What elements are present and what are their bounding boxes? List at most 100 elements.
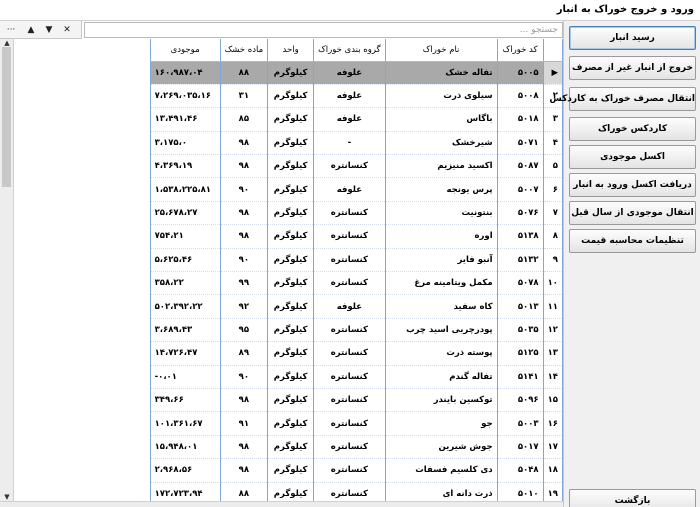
cell-name[interactable]: دی کلسیم فسفات [384,458,498,483]
column-header-stock[interactable]: موجودی [149,39,221,62]
table-row[interactable]: ۱۳ ۵۱۲۵ پوسته ذرت کنسانتره کیلوگرم ۸۹ ۱۴،۷۲۶،۴… [149,341,563,366]
column-header-unit[interactable]: واحد [267,39,315,62]
horizontal-scrollbar[interactable] [0,501,563,507]
cell-code[interactable]: ۵۰۱۰ [496,482,544,501]
cell-code[interactable]: ۵۰۰۷ [496,177,544,202]
table-row[interactable]: ۷ ۵۰۷۶ بنتونیت کنسانتره کیلوگرم ۹۸ ۲۵،۶۷۸،۲۷ [149,201,563,226]
cell-stock[interactable]: ۱۰۱،۳۶۱،۶۷ [149,411,221,436]
cell-unit[interactable]: کیلوگرم [267,411,315,436]
cell-dry-matter[interactable]: ۳۱ [219,84,269,109]
cell-name[interactable]: شیرخشک [384,131,498,156]
cell-stock[interactable]: ۵،۶۲۵،۴۶ [149,248,221,273]
cell-group[interactable]: کنسانتره [313,201,386,226]
table-row[interactable]: ۱۰ ۵۰۷۸ مکمل ویتامینه مرغ کنسانتره کیلوگرم ۹۹… [149,271,563,296]
cell-unit[interactable]: کیلوگرم [267,365,315,389]
cell-dry-matter[interactable]: ۹۸ [219,435,269,460]
cell-unit[interactable]: کیلوگرم [267,435,315,460]
cell-unit[interactable]: کیلوگرم [267,271,315,296]
table-row[interactable]: ۱۹ ۵۰۱۰ ذرت دانه ای کنسانتره کیلوگرم ۸۸ ۱۷۲،۷۲… [149,482,563,501]
cell-name[interactable]: جوش شیرین [384,435,498,460]
cell-code[interactable]: ۵۰۳۵ [496,318,544,343]
cell-unit[interactable]: کیلوگرم [267,458,315,483]
cell-code[interactable]: ۵۰۱۷ [496,435,544,460]
cell-unit[interactable]: کیلوگرم [267,341,315,366]
price-settings-button[interactable]: تنظیمات محاسبه قیمت [569,229,696,253]
cell-name[interactable]: اوره [384,224,498,249]
row-number[interactable]: ۸ [542,224,563,249]
row-number[interactable]: ۱۲ [542,318,563,343]
cell-name[interactable]: تفاله گندم [384,365,498,389]
cell-dry-matter[interactable]: ۹۵ [219,318,269,343]
cell-stock[interactable]: ۰،۰۱- [149,365,221,389]
cell-group[interactable]: علوفه [313,294,386,319]
cell-stock[interactable]: ۵۰۲،۳۹۲،۲۲ [149,294,221,319]
cell-group[interactable]: کنسانتره [313,318,386,343]
cell-name[interactable]: پودرچربی اسید چرب [384,318,498,343]
column-header-group[interactable]: گروه بندی خوراک [313,39,386,62]
table-row[interactable]: ۱۵ ۵۰۹۶ توکسین بایندر کنسانتره کیلوگرم ۹۸ ۳۴۹،… [149,388,563,413]
cell-code[interactable]: ۵۱۳۲ [496,248,544,273]
row-number[interactable]: ۱۷ [542,435,563,460]
cell-stock[interactable]: ۲۵،۶۷۸،۲۷ [149,201,221,226]
cell-dry-matter[interactable]: ۸۹ [219,341,269,366]
cell-code[interactable]: ۵۱۴۱ [496,365,544,389]
cell-name[interactable]: پرس یونجه [384,177,498,202]
cell-stock[interactable]: ۳۴۹،۶۶ [149,388,221,413]
search-input[interactable] [84,22,563,38]
excel-stock-button[interactable]: اکسل موجودی [569,145,696,169]
cell-unit[interactable]: کیلوگرم [267,388,315,413]
transfer-consumption-button[interactable]: انتقال مصرف خوراک به کاردکس [549,87,696,111]
cell-group[interactable]: علوفه [313,107,386,132]
import-excel-entry-button[interactable]: دریافت اکسل ورود به انبار [569,173,696,197]
selected-row-icon[interactable]: ▶ [542,61,563,85]
row-number[interactable]: ۱۹ [542,482,563,501]
cell-unit[interactable]: کیلوگرم [267,294,315,319]
vertical-scrollbar[interactable]: ▲ ▼ [0,39,14,501]
more-icon[interactable]: ··· [4,23,18,37]
cell-name[interactable]: جو [384,411,498,436]
cell-name[interactable]: بنتونیت [384,201,498,226]
cell-name[interactable]: ذرت دانه ای [384,482,498,501]
scrollbar-thumb[interactable] [2,47,11,187]
row-number[interactable]: ۱۸ [542,458,563,483]
cell-unit[interactable]: کیلوگرم [267,84,315,109]
cell-name[interactable]: توکسین بایندر [384,388,498,413]
cell-group[interactable]: علوفه [313,177,386,202]
cell-dry-matter[interactable]: ۹۸ [219,388,269,413]
cell-group[interactable]: کنسانتره [313,224,386,249]
cell-unit[interactable]: کیلوگرم [267,107,315,132]
column-header-code[interactable]: کد خوراک [496,39,544,62]
cell-stock[interactable]: ۴،۳۶۹،۱۹ [149,154,221,179]
cell-code[interactable]: ۵۰۴۸ [496,458,544,483]
cell-stock[interactable]: ۱۴،۷۲۶،۴۷ [149,341,221,366]
table-row[interactable]: ۱۶ ۵۰۰۳ جو کنسانتره کیلوگرم ۹۱ ۱۰۱،۳۶۱،۶۷ [149,411,563,436]
back-button[interactable]: بازگشت [569,489,696,507]
cell-stock[interactable]: ۱،۵۳۸،۲۲۵،۸۱ [149,177,221,202]
feed-kardex-button[interactable]: کاردکس خوراک [569,117,696,141]
row-number[interactable]: ۱۱ [542,294,563,319]
cell-unit[interactable]: کیلوگرم [267,482,315,501]
table-row[interactable]: ۶ ۵۰۰۷ پرس یونجه علوفه کیلوگرم ۹۰ ۱،۵۳۸،۲۲۵،۸۱ [149,177,563,202]
table-row[interactable]: ۴ ۵۰۷۱ شیرخشک - کیلوگرم ۹۸ ۳،۱۷۵،۰ [149,131,563,156]
scroll-down-icon[interactable]: ▼ [2,493,12,501]
cell-dry-matter[interactable]: ۸۸ [219,482,269,501]
cell-group[interactable]: کنسانتره [313,482,386,501]
cell-code[interactable]: ۵۱۲۵ [496,341,544,366]
cell-dry-matter[interactable]: ۹۰ [219,177,269,202]
cell-dry-matter[interactable]: ۹۱ [219,411,269,436]
move-up-icon[interactable]: ▲ [24,23,38,37]
table-row[interactable]: ۸ ۵۱۳۸ اوره کنسانتره کیلوگرم ۹۸ ۷۵۴،۲۱ [149,224,563,249]
table-row[interactable]: ۱۲ ۵۰۳۵ پودرچربی اسید چرب کنسانتره کیلوگرم ۹۵… [149,318,563,343]
cell-code[interactable]: ۵۰۰۳ [496,411,544,436]
move-down-icon[interactable]: ▼ [42,23,56,37]
cell-name[interactable]: آنبو فایر [384,248,498,273]
cell-code[interactable]: ۵۰۰۵ [496,61,544,85]
table-row[interactable]: ۱۸ ۵۰۴۸ دی کلسیم فسفات کنسانتره کیلوگرم ۹۸ ۲،۹… [149,458,563,483]
row-number[interactable]: ۱۵ [542,388,563,413]
cell-group[interactable]: کنسانتره [313,341,386,366]
receipt-button[interactable]: رسید انبار [569,26,696,50]
row-number[interactable]: ۱۰ [542,271,563,296]
cell-stock[interactable]: ۷،۲۶۹،۰۳۵،۱۶ [149,84,221,109]
cell-group[interactable]: - [313,131,386,156]
cell-name[interactable]: تفاله خشک [384,61,498,85]
